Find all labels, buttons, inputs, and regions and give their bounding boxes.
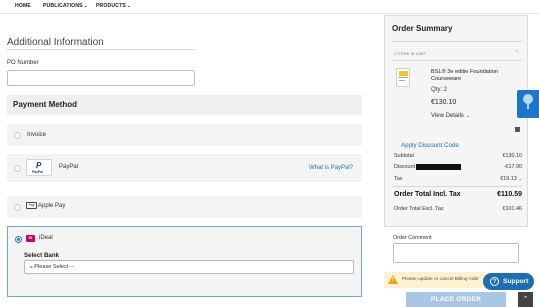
support-label: Support	[503, 278, 529, 285]
subtotal-label: Subtotal	[394, 153, 414, 159]
chevron-down-icon: ⌄	[518, 176, 522, 181]
top-navigation: HOME PUBLICATIONS⌄ PRODUCTS⌄	[0, 0, 539, 14]
payment-method-title: Payment Method	[13, 100, 78, 109]
paypal-logo-text: PayPal	[32, 170, 43, 174]
thumbnail-cover-band	[399, 71, 408, 76]
support-button[interactable]: ? Support	[483, 273, 534, 290]
nav-products[interactable]: PRODUCTS⌄	[96, 3, 131, 9]
order-total-excl-value: €101.46	[502, 206, 523, 212]
apple-pay-logo-icon: Pay	[26, 202, 37, 209]
paypal-logo-mark: P	[36, 161, 42, 170]
paypal-radio[interactable]	[14, 165, 21, 172]
paypal-label: PayPal	[59, 164, 79, 170]
scroll-to-top-button[interactable]: ⌃	[518, 292, 533, 307]
order-total-excl-label: Order Total Excl. Tax	[394, 206, 444, 212]
po-number-input[interactable]	[7, 70, 195, 86]
ideal-logo-icon: iD	[26, 235, 35, 242]
payment-option-apple-pay[interactable]: Pay Apple Pay	[7, 196, 362, 218]
subtotal-value: €130.10	[502, 153, 523, 159]
tax-label: Tax	[394, 176, 403, 182]
nav-publications-label: PUBLICATIONS	[43, 3, 83, 9]
help-icon: ?	[490, 277, 499, 286]
order-summary-title: Order Summary	[392, 24, 453, 33]
tree-trunk	[527, 103, 529, 109]
paypal-logo-icon: P PayPal	[26, 159, 52, 176]
nav-publications[interactable]: PUBLICATIONS⌄	[43, 3, 88, 9]
po-number-label: PO Number	[7, 60, 39, 66]
order-total-incl-label: Order Total Incl. Tax	[394, 191, 461, 198]
what-is-paypal-link[interactable]: What is PayPal?	[309, 165, 353, 171]
trash-icon[interactable]	[515, 127, 520, 132]
apply-discount-link[interactable]: Apply Discount Code	[401, 142, 459, 149]
order-comment-label: Order Comment	[393, 235, 432, 241]
chevron-down-icon: ⌄	[126, 3, 131, 8]
order-comment-textarea[interactable]	[393, 243, 519, 263]
view-details-toggle[interactable]: View Details ⌄	[431, 113, 470, 119]
ideal-radio[interactable]	[15, 236, 22, 243]
divider	[392, 41, 522, 42]
apple-pay-label: Apple Pay	[38, 203, 66, 209]
discount-value: -€17.90	[503, 164, 522, 170]
tax-amount: €19.13	[500, 176, 517, 182]
tax-value: €19.13 ⌄	[500, 176, 522, 182]
payment-option-paypal[interactable]: P PayPal PayPal What is PayPal?	[7, 154, 362, 182]
payment-option-ideal[interactable]: iD iDeal Select Bank -- Please Select --…	[7, 226, 362, 297]
chevron-down-icon: ⌄	[83, 3, 88, 8]
discount-row: Discount -€17.90	[394, 164, 522, 170]
select-bank-label: Select Bank	[24, 252, 60, 259]
chevron-down-icon: ⌄	[465, 113, 470, 119]
items-in-cart-toggle[interactable]: 2 ITEMS IN CART	[394, 52, 426, 56]
invoice-label: Invoice	[27, 132, 47, 138]
product-qty: Qty: 2	[431, 87, 448, 93]
product-price: €130.10	[431, 99, 457, 106]
ideal-label: iDeal	[39, 235, 53, 241]
payment-method-header: Payment Method	[7, 95, 362, 115]
product-name: BSL® 3e editie Foundation Courseware	[431, 69, 498, 82]
warning-text: Please update or cancel Billing Addr	[402, 277, 479, 282]
order-total-incl-value: €110.59	[497, 191, 522, 198]
side-widget-badge[interactable]	[517, 90, 539, 118]
order-total-incl-row: Order Total Incl. Tax €110.59	[394, 191, 522, 198]
thumbnail-line	[399, 77, 408, 78]
place-order-button[interactable]: PLACE ORDER	[406, 292, 506, 307]
invoice-radio[interactable]	[14, 132, 21, 139]
select-bank-dropdown[interactable]: -- Please Select -- ⌄	[24, 260, 354, 274]
divider	[392, 60, 522, 61]
nav-home[interactable]: HOME	[15, 3, 31, 9]
thumbnail-line	[399, 80, 405, 81]
order-total-excl-row: Order Total Excl. Tax €101.46	[394, 206, 522, 212]
tax-row[interactable]: Tax €19.13 ⌄	[394, 176, 522, 182]
additional-info-title: Additional Information	[7, 37, 104, 48]
payment-option-invoice[interactable]: Invoice	[7, 124, 362, 146]
order-summary-panel: Order Summary 2 ITEMS IN CART ⌃ BSL® 3e …	[384, 15, 528, 227]
view-details-label: View Details	[431, 113, 464, 119]
apple-pay-radio[interactable]	[14, 204, 21, 211]
chevron-down-icon: ⌄	[29, 264, 35, 270]
discount-label: Discount	[394, 164, 415, 170]
warning-icon-mark: !	[392, 277, 394, 283]
product-thumbnail	[396, 68, 410, 87]
redacted-discount-code	[416, 164, 461, 170]
subtotal-row: Subtotal €130.10	[394, 153, 522, 159]
divider	[392, 186, 522, 187]
chevron-up-icon[interactable]: ⌃	[515, 50, 519, 56]
divider	[7, 49, 195, 50]
nav-products-label: PRODUCTS	[96, 3, 126, 9]
